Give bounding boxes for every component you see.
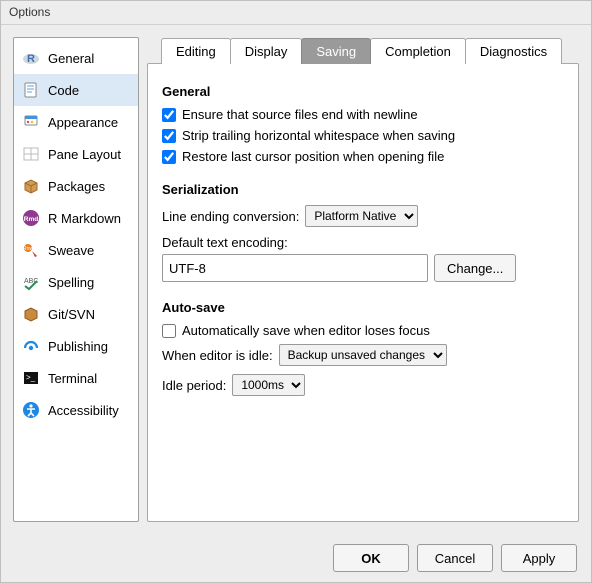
- sidebar-item-label: Sweave: [48, 243, 94, 258]
- tabs: Editing Display Saving Completion Diagno…: [161, 37, 579, 63]
- sidebar: R General Code Appearance Pane: [13, 37, 139, 522]
- check-strip-whitespace-label: Strip trailing horizontal whitespace whe…: [182, 128, 455, 143]
- sidebar-item-accessibility[interactable]: Accessibility: [14, 394, 138, 426]
- content-area: Editing Display Saving Completion Diagno…: [147, 37, 579, 522]
- sidebar-item-label: R Markdown: [48, 211, 121, 226]
- tab-saving[interactable]: Saving: [301, 38, 371, 64]
- rmd-icon: Rmd: [22, 209, 40, 227]
- dialog-footer: OK Cancel Apply: [1, 534, 591, 582]
- sidebar-item-code[interactable]: Code: [14, 74, 138, 106]
- sidebar-item-rmarkdown[interactable]: Rmd R Markdown: [14, 202, 138, 234]
- accessibility-icon: [22, 401, 40, 419]
- idle-action-select[interactable]: Backup unsaved changes: [279, 344, 447, 366]
- terminal-icon: >_: [22, 369, 40, 387]
- sidebar-item-terminal[interactable]: >_ Terminal: [14, 362, 138, 394]
- section-serialization-title: Serialization: [162, 182, 564, 197]
- sidebar-item-pane-layout[interactable]: Pane Layout: [14, 138, 138, 170]
- sidebar-item-appearance[interactable]: Appearance: [14, 106, 138, 138]
- svg-text:Rnw: Rnw: [23, 246, 33, 252]
- svg-text:R: R: [27, 53, 35, 65]
- svg-text:Rmd: Rmd: [24, 216, 38, 223]
- sweave-icon: Rnw: [22, 241, 40, 259]
- sidebar-item-label: Accessibility: [48, 403, 119, 418]
- sidebar-item-label: General: [48, 51, 94, 66]
- check-restore-cursor-row: Restore last cursor position when openin…: [162, 149, 564, 164]
- tab-diagnostics[interactable]: Diagnostics: [465, 38, 562, 64]
- sidebar-item-label: Code: [48, 83, 79, 98]
- sidebar-item-sweave[interactable]: Rnw Sweave: [14, 234, 138, 266]
- line-ending-label: Line ending conversion:: [162, 209, 299, 224]
- encoding-row: Change...: [162, 254, 564, 282]
- check-restore-cursor-label: Restore last cursor position when openin…: [182, 149, 444, 164]
- cancel-button[interactable]: Cancel: [417, 544, 493, 572]
- options-window: Options R General Code Appearance: [0, 0, 592, 583]
- panes-icon: [22, 145, 40, 163]
- check-strip-whitespace[interactable]: [162, 129, 176, 143]
- line-ending-select[interactable]: Platform Native: [305, 205, 418, 227]
- check-newline-row: Ensure that source files end with newlin…: [162, 107, 564, 122]
- apply-button[interactable]: Apply: [501, 544, 577, 572]
- saving-panel: General Ensure that source files end wit…: [147, 63, 579, 522]
- line-ending-row: Line ending conversion: Platform Native: [162, 205, 564, 227]
- spelling-icon: ABC: [22, 273, 40, 291]
- check-restore-cursor[interactable]: [162, 150, 176, 164]
- check-newline-label: Ensure that source files end with newlin…: [182, 107, 418, 122]
- sidebar-item-label: Publishing: [48, 339, 108, 354]
- box-icon: [22, 305, 40, 323]
- idle-action-row: When editor is idle: Backup unsaved chan…: [162, 344, 564, 366]
- change-encoding-button[interactable]: Change...: [434, 254, 516, 282]
- sidebar-item-label: Appearance: [48, 115, 118, 130]
- window-body: R General Code Appearance Pane: [1, 25, 591, 534]
- idle-period-row: Idle period: 1000ms: [162, 374, 564, 396]
- check-newline[interactable]: [162, 108, 176, 122]
- sidebar-item-label: Git/SVN: [48, 307, 95, 322]
- tab-completion[interactable]: Completion: [370, 38, 466, 64]
- tab-display[interactable]: Display: [230, 38, 303, 64]
- check-autosave-on-blur[interactable]: [162, 324, 176, 338]
- idle-period-select[interactable]: 1000ms: [232, 374, 305, 396]
- section-general-title: General: [162, 84, 564, 99]
- sidebar-item-label: Pane Layout: [48, 147, 121, 162]
- idle-period-label: Idle period:: [162, 378, 226, 393]
- sidebar-item-git-svn[interactable]: Git/SVN: [14, 298, 138, 330]
- sidebar-item-packages[interactable]: Packages: [14, 170, 138, 202]
- idle-action-label: When editor is idle:: [162, 348, 273, 363]
- encoding-input[interactable]: [162, 254, 428, 282]
- tab-editing[interactable]: Editing: [161, 38, 231, 64]
- publishing-icon: [22, 337, 40, 355]
- sidebar-item-spelling[interactable]: ABC Spelling: [14, 266, 138, 298]
- window-title: Options: [1, 1, 591, 25]
- sidebar-item-general[interactable]: R General: [14, 42, 138, 74]
- document-icon: [22, 81, 40, 99]
- r-logo-icon: R: [22, 49, 40, 67]
- sidebar-item-label: Packages: [48, 179, 105, 194]
- sidebar-item-publishing[interactable]: Publishing: [14, 330, 138, 362]
- check-autosave-row: Automatically save when editor loses foc…: [162, 323, 564, 338]
- check-autosave-on-blur-label: Automatically save when editor loses foc…: [182, 323, 430, 338]
- sidebar-item-label: Spelling: [48, 275, 94, 290]
- package-icon: [22, 177, 40, 195]
- section-autosave-title: Auto-save: [162, 300, 564, 315]
- ok-button[interactable]: OK: [333, 544, 409, 572]
- sidebar-item-label: Terminal: [48, 371, 97, 386]
- svg-text:>_: >_: [26, 373, 36, 382]
- check-strip-ws-row: Strip trailing horizontal whitespace whe…: [162, 128, 564, 143]
- paint-icon: [22, 113, 40, 131]
- encoding-label: Default text encoding:: [162, 235, 564, 250]
